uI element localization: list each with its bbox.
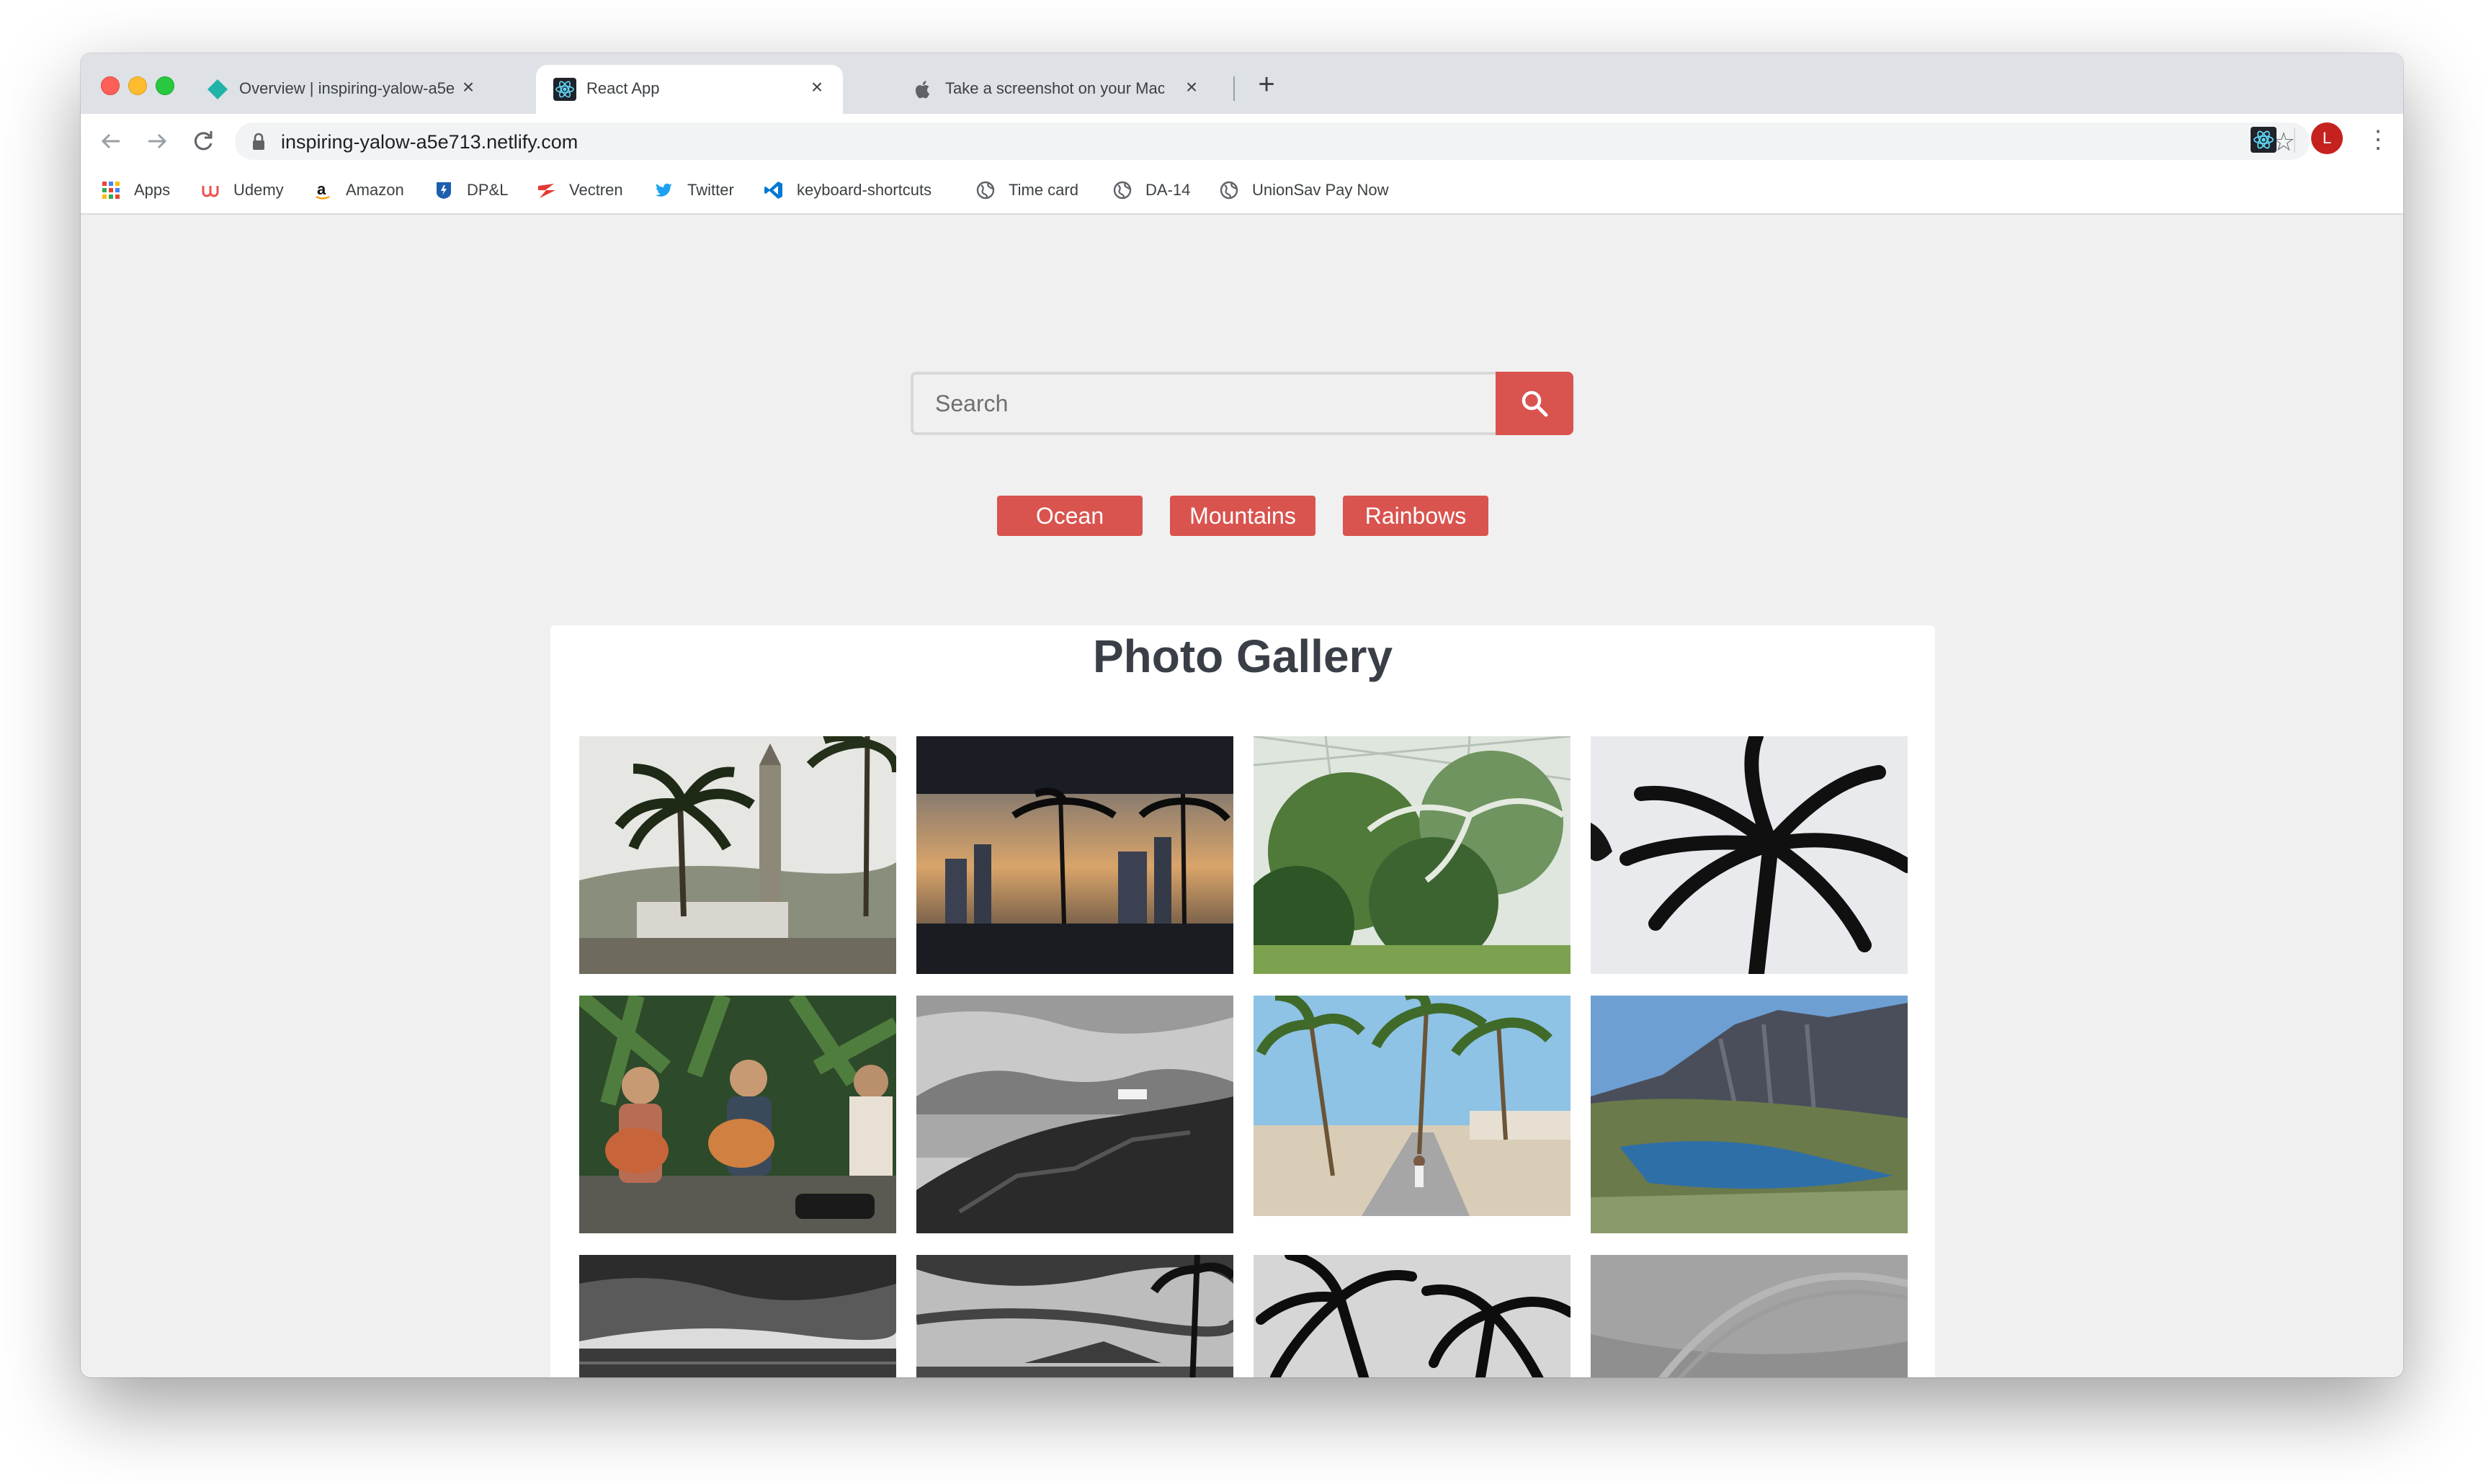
photo-gallery: Photo Gallery (550, 625, 1935, 1377)
tab-react-app[interactable]: React App × (536, 65, 843, 114)
bookmark-label: Vectren (569, 181, 623, 199)
browser-menu-icon[interactable]: ⋮ (2366, 124, 2390, 156)
palm-silhouette-snow-photo[interactable] (1591, 736, 1908, 974)
globe-icon (1113, 181, 1132, 200)
reload-button[interactable] (187, 125, 219, 157)
gallery-title: Photo Gallery (1092, 630, 1393, 682)
tab-overview[interactable]: Overview | inspiring-yalow-a5e7 × (189, 65, 491, 114)
forward-button[interactable] (141, 125, 173, 157)
tab-title: Take a screenshot on your Mac - (945, 79, 1164, 97)
react-devtools-extension-icon[interactable] (2251, 127, 2277, 153)
globe-icon (976, 181, 995, 200)
palm-silhouettes-bw-photo[interactable] (1254, 1255, 1571, 1377)
page-content: Ocean Mountains Rainbows Photo Gallery (81, 215, 2403, 1377)
minimize-window-button[interactable] (128, 76, 147, 95)
rainbow-grey-sky-photo[interactable] (1591, 1255, 1908, 1377)
react-icon (553, 78, 576, 101)
cliff-river-landscape-photo[interactable] (1591, 996, 1908, 1233)
reload-icon (194, 131, 213, 151)
category-button-mountains[interactable]: Mountains (1170, 496, 1315, 536)
vectren-icon (538, 184, 555, 198)
rocky-coast-bw-photo[interactable] (916, 996, 1233, 1233)
bookmark-label: DA-14 (1145, 181, 1191, 199)
forward-arrow-icon (148, 133, 167, 149)
tab-title: Overview | inspiring-yalow-a5e7 (239, 79, 455, 97)
bookmarks-bar: Apps Udemy a Amazon DP&L Vectren Twitter… (81, 167, 2403, 215)
twitter-icon (656, 183, 672, 197)
dpl-icon (437, 182, 451, 199)
zoom-window-button[interactable] (156, 76, 174, 95)
tab-strip: Overview | inspiring-yalow-a5e7 × React … (81, 53, 2403, 114)
bookmark-label: Apps (134, 181, 171, 199)
udemy-icon (202, 186, 219, 197)
close-window-button[interactable] (101, 76, 120, 95)
url-text: inspiring-yalow-a5e713.netlify.com (281, 131, 578, 153)
back-button[interactable] (95, 125, 127, 157)
category-button-rainbows[interactable]: Rainbows (1343, 496, 1488, 536)
bookmark-label: Amazon (346, 181, 404, 199)
apps-grid-icon (102, 182, 120, 199)
tab-screenshot-mac[interactable]: Take a screenshot on your Mac - × (895, 65, 1233, 114)
search-form (911, 372, 1573, 435)
back-arrow-icon (101, 133, 120, 149)
coast-clouds-bw-photo[interactable] (916, 1255, 1233, 1377)
browser-toolbar: inspiring-yalow-a5e713.netlify.com ☆ L ⋮ (81, 114, 2403, 167)
profile-avatar[interactable]: L (2311, 122, 2343, 154)
ocean-sunset-bw-photo[interactable] (579, 1255, 896, 1377)
greenhouse-palms-photo[interactable] (1254, 736, 1571, 974)
address-bar[interactable]: inspiring-yalow-a5e713.netlify.com ☆ (235, 122, 2310, 160)
lock-icon (253, 133, 264, 150)
netlify-icon (207, 79, 228, 99)
globe-icon (1220, 181, 1238, 200)
tab-close-icon[interactable]: × (1181, 76, 1202, 98)
bookmark-label: Twitter (687, 181, 734, 199)
toolbar-separator (2294, 128, 2295, 153)
bookmark-label: DP&L (467, 181, 509, 199)
tab-close-icon[interactable]: × (458, 76, 478, 98)
browser-window: Overview | inspiring-yalow-a5e7 × React … (81, 53, 2403, 1377)
amazon-icon: a (316, 180, 330, 200)
bookmark-label: Udemy (233, 181, 284, 199)
tab-title: React App (586, 79, 660, 97)
search-input[interactable] (911, 372, 1496, 435)
vscode-icon (764, 182, 782, 199)
tab-separator (1233, 76, 1235, 101)
search-button[interactable] (1496, 372, 1573, 435)
beach-promenade-palms-photo[interactable] (1254, 996, 1571, 1216)
search-icon (1522, 390, 1548, 417)
city-skyline-sunset-pool-photo[interactable] (916, 736, 1233, 974)
apple-icon (915, 81, 930, 99)
bookmark-label: keyboard-shortcuts (797, 181, 932, 199)
new-tab-button[interactable]: + (1249, 68, 1284, 102)
church-tower-palms-photo[interactable] (579, 736, 896, 974)
svg-text:a: a (317, 180, 326, 198)
category-button-ocean[interactable]: Ocean (997, 496, 1143, 536)
musicians-guitars-photo[interactable] (579, 996, 896, 1233)
tab-close-icon[interactable]: × (807, 76, 827, 98)
bookmark-label: Time card (1009, 181, 1078, 199)
bookmark-label: UnionSav Pay Now (1252, 181, 1389, 199)
